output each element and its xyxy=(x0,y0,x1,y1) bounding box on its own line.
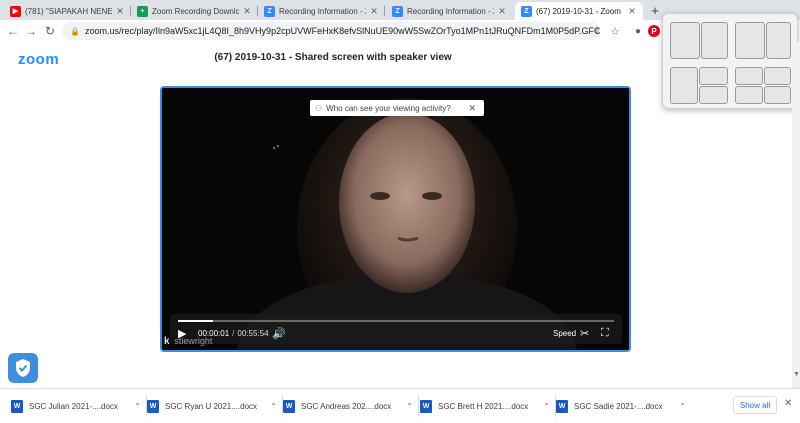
download-item[interactable]: W SGC Sadie 2021-....docx ⌃ xyxy=(556,395,686,417)
word-doc-icon: W xyxy=(420,399,432,413)
forward-button[interactable]: → xyxy=(23,23,39,39)
volume-icon[interactable]: 🔊 xyxy=(272,327,286,340)
zoom-icon: Z xyxy=(392,5,403,17)
video-frame xyxy=(162,88,629,350)
tab-youtube[interactable]: ▶ (781) "SIAPAKAH NENEK KAYA... ✕ xyxy=(4,2,131,20)
scroll-down-arrow[interactable]: ▼ xyxy=(793,371,800,378)
snap-layout-option[interactable] xyxy=(764,86,791,104)
tab-title: Recording Information - Zoom xyxy=(407,6,494,16)
pinterest-icon[interactable]: P xyxy=(648,25,660,37)
chevron-up-icon[interactable]: ⌃ xyxy=(406,402,413,411)
time-separator: / xyxy=(232,329,235,338)
share-icon[interactable]: ⇪ xyxy=(589,23,605,39)
address-bar[interactable]: 🔒 zoom.us/rec/play/Iln9aW5xc1jL4Q8I_8h9V… xyxy=(62,22,600,40)
tab-title: Zoom Recording Download xyxy=(152,6,239,16)
word-doc-icon: W xyxy=(283,399,295,413)
banner-text: Who can see your viewing activity? xyxy=(326,103,451,113)
tab-title: (781) "SIAPAKAH NENEK KAYA... xyxy=(25,6,112,16)
page-scrollbar[interactable]: ▼ xyxy=(792,42,800,388)
close-tab-icon[interactable]: ✕ xyxy=(242,6,252,17)
url-text: zoom.us/rec/play/Iln9aW5xc1jL4Q8I_8h9VHy… xyxy=(84,26,600,36)
lock-icon: 🔒 xyxy=(70,26,80,36)
page-title: (67) 2019-10-31 - Shared screen with spe… xyxy=(214,52,452,63)
close-tab-icon[interactable]: ✕ xyxy=(627,6,637,17)
snap-layout-option[interactable] xyxy=(699,86,728,104)
downloads-shelf: W SGC Julian 2021-....docx ⌃ W SGC Ryan … xyxy=(0,388,800,423)
eye-icon: ⚇ xyxy=(315,103,323,113)
watermark-name: stiewright xyxy=(174,336,213,346)
tab-recording-download[interactable]: + Zoom Recording Download ✕ xyxy=(131,2,258,20)
youtube-icon: ▶ xyxy=(10,5,21,17)
download-filename: SGC Ryan U 2021....docx xyxy=(165,401,258,411)
duration: 00:55:54 xyxy=(237,329,269,338)
close-tab-icon[interactable]: ✕ xyxy=(497,6,507,17)
snap-layout-option[interactable] xyxy=(701,22,728,59)
snap-layout-option[interactable] xyxy=(735,22,765,59)
close-icon[interactable]: ✕ xyxy=(468,103,476,114)
progress-fill xyxy=(178,320,213,322)
tab-recording-info-1[interactable]: Z Recording Information - Zoom ✕ xyxy=(258,2,385,20)
video-player[interactable]: ⚇ Who can see your viewing activity? ✕ ▶… xyxy=(160,86,631,352)
download-filename: SGC Andreas 202....docx xyxy=(301,401,392,411)
close-tab-icon[interactable]: ✕ xyxy=(369,6,379,17)
snap-layout-option[interactable] xyxy=(735,86,763,104)
close-tab-icon[interactable]: ✕ xyxy=(115,6,125,17)
chevron-up-icon[interactable]: ⌃ xyxy=(134,402,141,411)
tab-title: (67) 2019-10-31 - Zoom xyxy=(536,6,621,16)
player-controls: ▶ 00:00:01 / 00:55:54 🔊 Speed ✂ ⛶ xyxy=(170,314,622,344)
bookmark-star-icon[interactable]: ☆ xyxy=(607,23,623,39)
snap-layout-option[interactable] xyxy=(670,22,700,59)
speed-button[interactable]: Speed xyxy=(553,329,576,338)
extension-icon[interactable]: ● xyxy=(630,23,646,39)
chevron-up-icon[interactable]: ⌃ xyxy=(543,402,550,411)
sheets-icon: + xyxy=(137,5,148,17)
chevron-up-icon[interactable]: ⌃ xyxy=(679,402,686,411)
download-item[interactable]: W SGC Brett H 2021....docx ⌃ xyxy=(420,395,556,417)
download-filename: SGC Brett H 2021....docx xyxy=(438,401,529,411)
snap-layout-option[interactable] xyxy=(670,67,698,104)
scissors-icon[interactable]: ✂ xyxy=(580,327,589,340)
snap-layouts-popup xyxy=(662,13,798,109)
snap-layout-option[interactable] xyxy=(766,22,791,59)
download-item[interactable]: W SGC Andreas 202....docx ⌃ xyxy=(283,395,419,417)
progress-bar[interactable] xyxy=(178,320,614,322)
speaker-watermark: k stiewright xyxy=(164,336,212,347)
tab-recording-info-2[interactable]: Z Recording Information - Zoom ✕ xyxy=(386,2,513,20)
word-doc-icon: W xyxy=(147,399,159,413)
chevron-up-icon[interactable]: ⌃ xyxy=(270,402,277,411)
word-doc-icon: W xyxy=(556,399,568,413)
tab-zoom-recording[interactable]: Z (67) 2019-10-31 - Zoom ✕ xyxy=(515,2,643,20)
close-icon[interactable]: ✕ xyxy=(784,398,792,409)
reload-button[interactable]: ↻ xyxy=(42,23,58,39)
zoom-icon: Z xyxy=(521,5,532,17)
shield-check-icon xyxy=(16,359,30,377)
zoom-icon: Z xyxy=(264,5,275,17)
snap-layout-option[interactable] xyxy=(699,67,728,85)
download-filename: SGC Julian 2021-....docx xyxy=(29,401,118,411)
viewing-activity-banner[interactable]: ⚇ Who can see your viewing activity? ✕ xyxy=(310,100,484,116)
word-doc-icon: W xyxy=(11,399,23,413)
tab-title: Recording Information - Zoom xyxy=(279,6,366,16)
back-button[interactable]: ← xyxy=(5,23,21,39)
watermark-initial: k xyxy=(164,336,170,347)
fullscreen-icon[interactable]: ⛶ xyxy=(601,327,609,340)
snap-layout-option[interactable] xyxy=(735,67,763,85)
download-item[interactable]: W SGC Julian 2021-....docx ⌃ xyxy=(11,395,147,417)
download-item[interactable]: W SGC Ryan U 2021....docx ⌃ xyxy=(147,395,283,417)
snap-layout-option[interactable] xyxy=(764,67,791,85)
show-all-button[interactable]: Show all xyxy=(733,396,777,414)
new-tab-button[interactable]: + xyxy=(648,3,662,18)
shield-widget[interactable] xyxy=(8,353,38,383)
download-filename: SGC Sadie 2021-....docx xyxy=(574,401,663,411)
